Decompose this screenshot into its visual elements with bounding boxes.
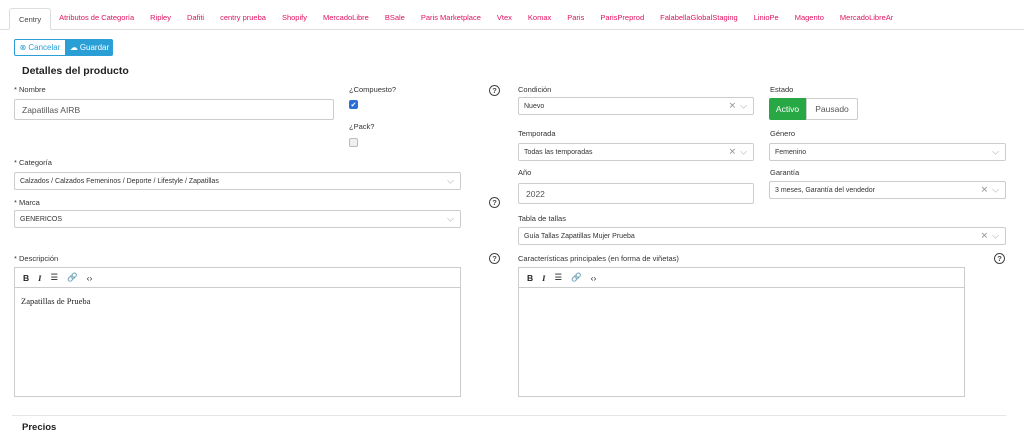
tab-liniope[interactable]: LinioPe <box>746 7 787 29</box>
precios-title: Precios <box>22 422 57 433</box>
nombre-input[interactable]: Zapatillas AIRB <box>14 99 334 120</box>
estado-pausado-button[interactable]: Pausado <box>806 98 858 120</box>
marca-select[interactable]: GENERICOS ⌵ <box>14 210 461 228</box>
help-icon[interactable]: ? <box>489 197 500 208</box>
condicion-label: Condición <box>518 85 552 94</box>
tab-dafiti[interactable]: Dafiti <box>179 7 212 29</box>
categoria-select[interactable]: Calzados / Calzados Femeninos / Deporte … <box>14 172 461 190</box>
anio-label: Año <box>518 168 532 177</box>
tabla-tallas-label: Tabla de tallas <box>518 214 566 223</box>
tab-centry-prueba[interactable]: centry prueba <box>212 7 274 29</box>
divider <box>12 415 1006 416</box>
cancel-icon: ⊗ <box>19 43 27 52</box>
section-title: Detalles del producto <box>22 65 129 77</box>
code-icon[interactable]: ‹› <box>591 273 597 283</box>
anio-input[interactable]: 2022 <box>518 183 754 204</box>
tab-paris[interactable]: Paris <box>559 7 592 29</box>
help-icon[interactable]: ? <box>489 85 500 96</box>
caracteristicas-label: Características principales (en forma de… <box>518 254 679 263</box>
nombre-label: * Nombre <box>14 85 46 94</box>
chevron-down-icon: ⌵ <box>992 184 999 195</box>
descripcion-label: * Descripción <box>14 254 59 263</box>
compuesto-label: ¿Compuesto? <box>349 85 397 94</box>
temporada-select[interactable]: Todas las temporadas ✕ ⌵ <box>518 143 754 161</box>
link-icon[interactable]: 🔗 <box>67 272 78 283</box>
chevron-down-icon: ⌵ <box>992 230 999 241</box>
save-button[interactable]: ☁ Guardar <box>66 39 113 56</box>
cancel-button[interactable]: ⊗ Cancelar <box>14 39 66 56</box>
estado-activo-button[interactable]: Activo <box>769 98 806 120</box>
tab-magento[interactable]: Magento <box>787 7 832 29</box>
tab-parispreprod[interactable]: ParisPreprod <box>592 7 652 29</box>
clear-icon[interactable]: ✕ <box>981 185 989 196</box>
tab-mercadolibre[interactable]: MercadoLibre <box>315 7 377 29</box>
chevron-down-icon: ⌵ <box>992 146 999 157</box>
tab-bsale[interactable]: BSale <box>377 7 413 29</box>
tabla-tallas-select[interactable]: Guía Tallas Zapatillas Mujer Prueba ✕ ⌵ <box>518 227 1006 245</box>
list-icon[interactable]: ☰ <box>554 272 562 283</box>
editor-toolbar: B I ☰ 🔗 ‹› <box>519 268 964 288</box>
temporada-label: Temporada <box>518 129 556 138</box>
tab-mercadolibrear[interactable]: MercadoLibreAr <box>832 7 901 29</box>
clear-icon[interactable]: ✕ <box>729 101 737 112</box>
pack-label: ¿Pack? <box>349 122 375 131</box>
caracteristicas-content[interactable] <box>519 288 964 304</box>
compuesto-checkbox[interactable]: ✔ <box>349 100 358 109</box>
marca-label: * Marca <box>14 198 40 207</box>
genero-select[interactable]: Femenino ⌵ <box>769 143 1006 161</box>
tab-shopify[interactable]: Shopify <box>274 7 315 29</box>
chevron-down-icon: ⌵ <box>740 100 747 111</box>
help-icon[interactable]: ? <box>994 253 1005 264</box>
tab-falabellaglobalstaging[interactable]: FalabellaGlobalStaging <box>652 7 746 29</box>
tab-centry[interactable]: Centry <box>9 8 52 30</box>
tab-ripley[interactable]: Ripley <box>142 7 179 29</box>
caracteristicas-editor[interactable]: B I ☰ 🔗 ‹› <box>518 267 965 397</box>
italic-icon[interactable]: I <box>542 273 545 283</box>
cloud-upload-icon: ☁ <box>69 43 78 52</box>
list-icon[interactable]: ☰ <box>50 272 58 283</box>
tab-atributos-de-categor-a[interactable]: Atributos de Categoría <box>51 7 142 29</box>
tab-paris-marketplace[interactable]: Paris Marketplace <box>413 7 489 29</box>
pack-checkbox[interactable] <box>349 138 358 147</box>
condicion-select[interactable]: Nuevo ✕ ⌵ <box>518 97 754 115</box>
estado-label: Estado <box>770 85 794 94</box>
descripcion-content[interactable]: Zapatillas de Prueba <box>15 288 460 314</box>
genero-label: Género <box>770 129 796 138</box>
bold-icon[interactable]: B <box>23 273 29 283</box>
help-icon[interactable]: ? <box>489 253 500 264</box>
chevron-down-icon: ⌵ <box>740 146 747 157</box>
marketplace-tabs: Centry Atributos de Categoría Ripley Dafiti… <box>0 0 1024 30</box>
clear-icon[interactable]: ✕ <box>981 231 989 242</box>
tab-vtex[interactable]: Vtex <box>489 7 520 29</box>
chevron-down-icon: ⌵ <box>447 213 454 224</box>
code-icon[interactable]: ‹› <box>87 273 93 283</box>
tab-komax[interactable]: Komax <box>520 7 559 29</box>
editor-toolbar: B I ☰ 🔗 ‹› <box>15 268 460 288</box>
clear-icon[interactable]: ✕ <box>729 147 737 158</box>
categoria-label: * Categoría <box>14 158 52 167</box>
descripcion-editor[interactable]: B I ☰ 🔗 ‹› Zapatillas de Prueba <box>14 267 461 397</box>
chevron-down-icon: ⌵ <box>447 175 454 186</box>
garantia-label: Garantía <box>770 168 800 177</box>
link-icon[interactable]: 🔗 <box>571 272 582 283</box>
italic-icon[interactable]: I <box>38 273 41 283</box>
bold-icon[interactable]: B <box>527 273 533 283</box>
garantia-select[interactable]: 3 meses, Garantía del vendedor ✕ ⌵ <box>769 181 1006 199</box>
